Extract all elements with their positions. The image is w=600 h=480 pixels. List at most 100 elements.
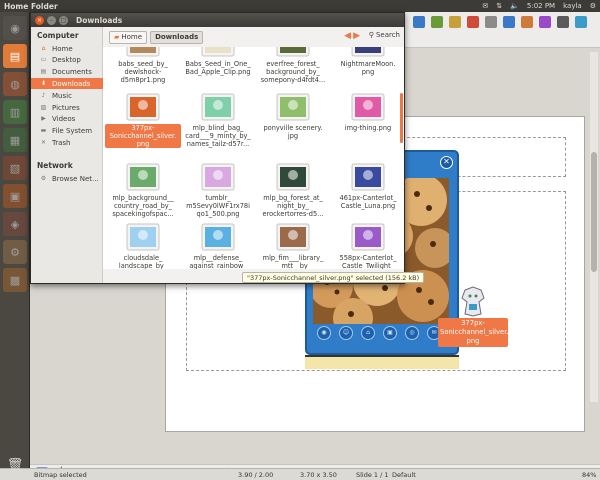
toolbar-circle-button-3[interactable]: ⌂	[361, 326, 375, 340]
sidebar-item-label: Music	[52, 91, 72, 100]
software-center-icon[interactable]: ▣	[3, 184, 27, 208]
workspace-icon[interactable]: ▩	[3, 268, 27, 292]
chart-icon[interactable]	[503, 16, 515, 28]
file-item[interactable]: mlp_fim___library_ __mtt__by_ sigmavirus…	[255, 221, 331, 269]
status-selection: Bitmap selected	[34, 471, 87, 479]
file-item[interactable]: mlp_blind_bag_ card___9_minty_by_ names_…	[180, 91, 256, 148]
ubuntu-one-icon[interactable]: ◈	[3, 212, 27, 236]
window-titlebar[interactable]: × – □ Downloads	[31, 13, 404, 27]
file-item[interactable]: everfree_forest_ background_by_ somepony…	[255, 47, 331, 84]
sidebar-item-videos[interactable]: ▶ Videos	[31, 114, 103, 125]
sidebar-item-downloads[interactable]: ⬇ Downloads	[31, 78, 103, 90]
calc-icon[interactable]: ▦	[3, 128, 27, 152]
close-button[interactable]: ×	[35, 15, 44, 25]
sidebar-item-home[interactable]: ⌂ Home	[31, 43, 103, 54]
impress-icon[interactable]: ▧	[3, 156, 27, 180]
path-downloads-button[interactable]: Downloads	[150, 30, 204, 44]
settings-icon[interactable]: ⚙	[3, 240, 27, 264]
path-home-button[interactable]: ▰ Home	[109, 30, 148, 44]
file-grid-scrollbar[interactable]	[400, 93, 403, 143]
table-icon[interactable]	[485, 16, 497, 28]
sidebar-item-music[interactable]: ♪ Music	[31, 90, 103, 101]
file-label: everfree_forest_ background_by_ somepony…	[260, 60, 326, 84]
close-icon[interactable]: ✕	[440, 156, 453, 169]
documents-icon: ▤	[40, 68, 47, 76]
nav-arrows: ◀▶	[344, 31, 362, 41]
sidebar-item-file-system[interactable]: ▬ File System	[31, 126, 103, 137]
file-item[interactable]: 461px-Canterlot_ Castle_Luna.png	[330, 161, 404, 210]
drive-icon: ▬	[40, 127, 47, 135]
vertical-scrollbar[interactable]	[590, 52, 598, 402]
file-item[interactable]: 558px-Canterlot_ Castle_Twilight_ Sparkl…	[330, 221, 404, 269]
file-item[interactable]: mlp_background__ country_road_by_ spacek…	[105, 161, 181, 218]
minimize-button[interactable]: –	[47, 15, 56, 25]
writer-icon[interactable]: ▥	[3, 100, 27, 124]
firefox-icon[interactable]: ◍	[3, 72, 27, 96]
trash-launcher-icon[interactable]: 🗑	[3, 452, 27, 478]
file-item[interactable]: mlp_bg_forest_at_ night_by_ erockertorre…	[255, 161, 331, 218]
file-thumbnail	[123, 221, 163, 253]
file-thumbnail	[123, 47, 163, 59]
toolbar-circle-button-4[interactable]: ▣	[383, 326, 397, 340]
help-icon[interactable]	[467, 16, 479, 28]
file-item[interactable]: NightmareMoon. png	[330, 47, 404, 76]
sidebar-item-label: File System	[52, 127, 93, 136]
sidebar-item-desktop[interactable]: ▭ Desktop	[31, 55, 103, 66]
file-item[interactable]: 377px- Sonicchannel_silver. png	[105, 91, 181, 148]
file-thumbnail	[273, 161, 313, 193]
sidebar-item-trash[interactable]: ✕ Trash	[31, 137, 103, 148]
sidebar-header-computer: Computer	[37, 31, 79, 40]
zoom-icon[interactable]	[431, 16, 443, 28]
file-item[interactable]: babs_seed_by_ dewlshock- d5m8pr1.png	[105, 47, 181, 84]
file-label: NightmareMoon. png	[340, 60, 396, 76]
volume-icon[interactable]: 🔈	[510, 2, 519, 10]
sidebar-item-label: Desktop	[52, 56, 81, 65]
sidebar-item-pictures[interactable]: ▨ Pictures	[31, 102, 103, 113]
sidebar-item-label: Trash	[52, 138, 71, 147]
mail-icon[interactable]: ✉	[482, 2, 488, 10]
file-label: mlp_bg_forest_at_ night_by_ erockertorre…	[262, 194, 324, 218]
back-icon[interactable]: ◀	[344, 31, 353, 41]
toolbar-circle-button-1[interactable]: ◉	[317, 326, 331, 340]
file-thumbnail	[459, 286, 487, 318]
toolbar-circle-button-2[interactable]: ☺	[339, 326, 353, 340]
file-thumbnail	[348, 161, 388, 193]
slide-icon[interactable]	[449, 16, 461, 28]
file-item[interactable]: img-thing.png	[330, 91, 404, 132]
places-sidebar: Computer Network ⌂ Home ▭ Desktop ▤ Documents…	[31, 27, 103, 283]
edit-icon[interactable]	[413, 16, 425, 28]
maximize-button[interactable]: □	[59, 15, 68, 25]
desktop-file-label: 377px- Sonicchannel_silver. png	[438, 318, 509, 347]
sidebar-item-documents[interactable]: ▤ Documents	[31, 67, 103, 78]
clock[interactable]: 5:02 PM	[527, 2, 555, 10]
file-label: 558px-Canterlot_ Castle_Twilight_ Sparkl…	[339, 254, 397, 269]
file-thumbnail	[348, 91, 388, 123]
file-item[interactable]: cloudsdale_ landscape_by_ nighthoof-d4tr…	[105, 221, 181, 269]
desktop-file[interactable]: 377px- Sonicchannel_silver. png	[438, 286, 509, 347]
network-indicator-icon[interactable]: ⇅	[496, 2, 502, 10]
file-thumbnail	[198, 91, 238, 123]
file-grid[interactable]: babs_seed_by_ dewlshock- d5m8pr1.png Babs…	[103, 47, 404, 269]
file-item[interactable]: tumblr_ m5Sevy0lWF1rx78i qo1_500.png	[180, 161, 256, 218]
sidebar-item-browse-network[interactable]: ⚙ Browse Net...	[31, 173, 103, 184]
image-icon[interactable]	[521, 16, 533, 28]
toolbar-circle-button-5[interactable]: ◎	[405, 326, 419, 340]
status-zoom[interactable]: 84%	[582, 471, 596, 479]
trash-icon: ✕	[40, 138, 47, 146]
navigator-icon[interactable]	[575, 16, 587, 28]
forward-icon[interactable]: ▶	[353, 31, 362, 41]
search-button[interactable]: ⚲ Search	[369, 31, 400, 39]
media-icon[interactable]	[539, 16, 551, 28]
sidebar-item-label: Videos	[52, 115, 76, 124]
user-name[interactable]: kayla	[563, 2, 582, 10]
file-item[interactable]: ponyville scenery. jpg	[255, 91, 331, 140]
grid-icon[interactable]	[557, 16, 569, 28]
file-item[interactable]: Babs_Seed_in_One_ Bad_Apple_Clip.png	[180, 47, 256, 76]
scroll-thumb[interactable]	[591, 152, 597, 272]
dash-icon[interactable]: ◉	[3, 16, 27, 40]
gear-icon[interactable]: ⚙	[590, 2, 596, 10]
indicator-area: ✉ ⇅ 🔈 5:02 PM kayla ⚙	[482, 0, 596, 12]
file-label: mlp_fim___library_ __mtt__by_ sigmavirus…	[262, 254, 324, 269]
files-icon[interactable]: ▤	[3, 44, 27, 68]
file-item[interactable]: mlp__defense_ against_rainbow_ dash_by_c…	[180, 221, 256, 269]
